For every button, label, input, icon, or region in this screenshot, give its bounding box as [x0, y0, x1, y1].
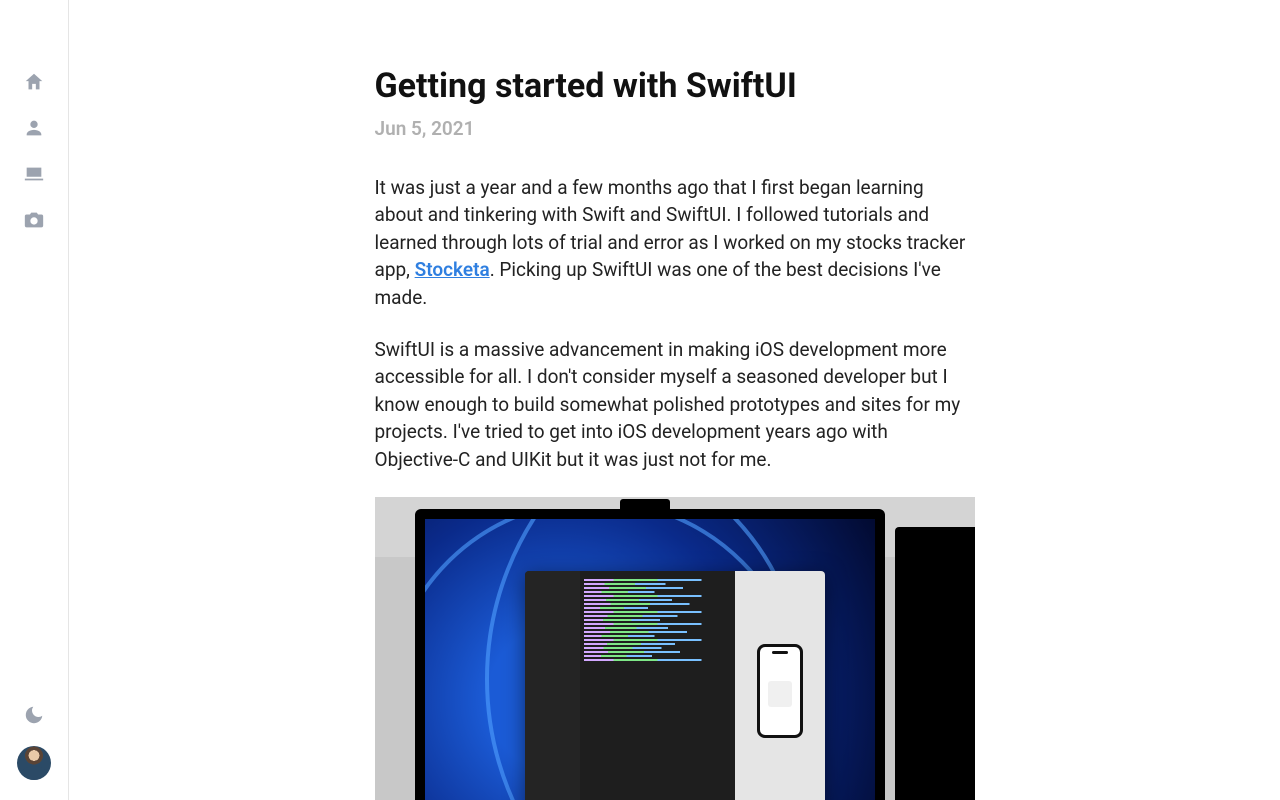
stocketa-link[interactable]: Stocketa — [415, 258, 490, 281]
nav-photos[interactable] — [22, 210, 46, 234]
person-icon — [23, 117, 45, 143]
moon-icon — [23, 704, 45, 729]
page-layout: Getting started with SwiftUI Jun 5, 2021… — [0, 0, 1280, 800]
sidebar-nav-top — [22, 72, 46, 234]
article-paragraph-1: It was just a year and a few months ago … — [375, 174, 975, 312]
nav-work[interactable] — [22, 164, 46, 188]
theme-toggle[interactable] — [22, 704, 46, 728]
main-content: Getting started with SwiftUI Jun 5, 2021… — [69, 0, 1280, 800]
avatar[interactable] — [17, 746, 51, 780]
camera-icon — [23, 209, 45, 235]
article: Getting started with SwiftUI Jun 5, 2021… — [375, 0, 975, 800]
nav-home[interactable] — [22, 72, 46, 96]
sidebar-nav-bottom — [17, 704, 51, 780]
article-date: Jun 5, 2021 — [375, 117, 975, 140]
sidebar — [0, 0, 69, 800]
nav-about[interactable] — [22, 118, 46, 142]
article-hero-image — [375, 497, 975, 800]
laptop-icon — [23, 163, 45, 189]
home-icon — [23, 71, 45, 97]
article-title: Getting started with SwiftUI — [375, 66, 975, 107]
article-paragraph-2: SwiftUI is a massive advancement in maki… — [375, 336, 975, 474]
